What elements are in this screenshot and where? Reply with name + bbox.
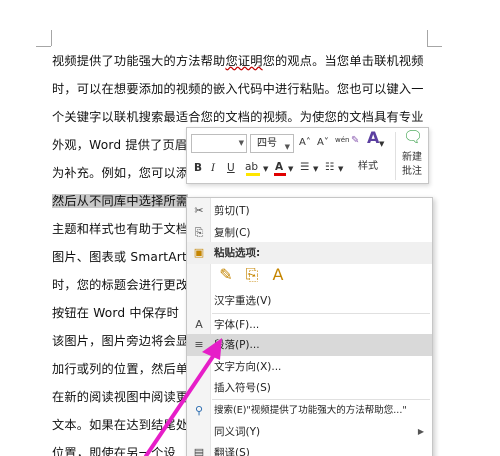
annotation-arrow: [144, 338, 222, 456]
arrow-shaft: [144, 350, 218, 456]
